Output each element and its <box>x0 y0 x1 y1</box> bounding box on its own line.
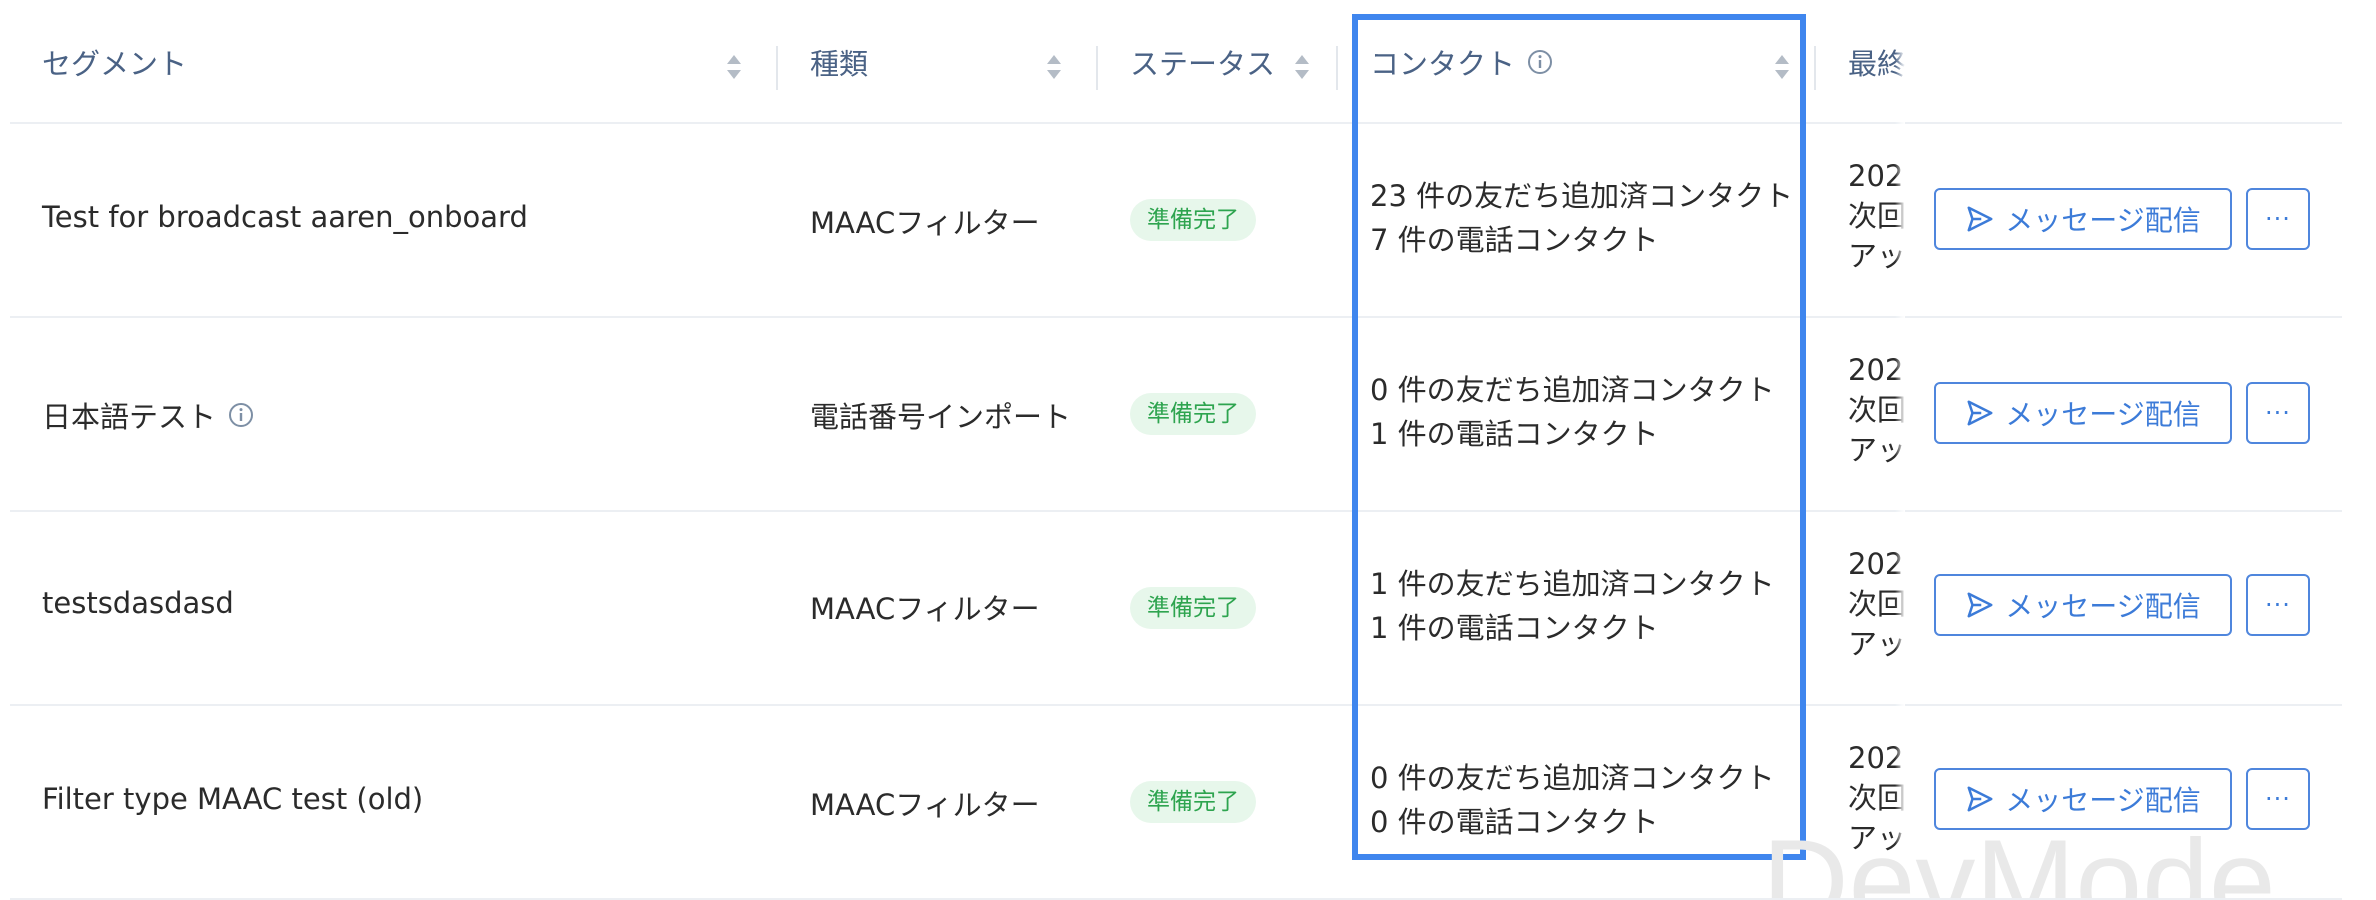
send-icon <box>1967 786 1993 812</box>
column-header-status-label: ステータス <box>1130 47 1276 81</box>
phone-contact-count: 1 件の電話コンタクト <box>1370 417 1659 451</box>
friend-contact-count: 1 件の友だち追加済コンタクト <box>1370 567 1775 601</box>
segment-type: 電話番号インポート <box>810 400 1072 434</box>
column-divider <box>1814 46 1816 90</box>
more-actions-button[interactable]: ··· <box>2246 768 2310 830</box>
sort-icon[interactable] <box>1772 52 1792 82</box>
friend-contact-count: 0 件の友だち追加済コンタクト <box>1370 761 1775 795</box>
column-divider <box>776 46 778 90</box>
send-message-button[interactable]: メッセージ配信 <box>1934 188 2232 250</box>
friend-contact-count: 0 件の友だち追加済コンタクト <box>1370 373 1775 407</box>
phone-contact-count: 1 件の電話コンタクト <box>1370 611 1659 645</box>
segment-table: セグメント 種類 ステータス コンタクト 最終 Test for broadca… <box>10 0 2342 900</box>
segment-name-label: testsdasdasd <box>42 586 234 620</box>
column-divider <box>1336 46 1338 90</box>
send-message-label: メッセージ配信 <box>2005 204 2201 237</box>
info-icon[interactable] <box>228 402 254 428</box>
table-row: testsdasdasd MAACフィルター 準備完了 1 件の友だち追加済コン… <box>10 512 2342 706</box>
contact-summary: 0 件の友だち追加済コンタクト 1 件の電話コンタクト <box>1370 368 1775 456</box>
send-icon <box>1967 206 1993 232</box>
segment-type: MAACフィルター <box>810 592 1040 626</box>
phone-contact-count: 7 件の電話コンタクト <box>1370 223 1659 257</box>
segment-name-label: Filter type MAAC test (old) <box>42 782 424 816</box>
send-message-label: メッセージ配信 <box>2005 398 2201 431</box>
contact-summary: 1 件の友だち追加済コンタクト 1 件の電話コンタクト <box>1370 562 1775 650</box>
send-message-button[interactable]: メッセージ配信 <box>1934 382 2232 444</box>
contact-summary: 23 件の友だち追加済コンタクト 7 件の電話コンタクト <box>1370 174 1793 262</box>
more-actions-button[interactable]: ··· <box>2246 188 2310 250</box>
table-row: 日本語テスト 電話番号インポート 準備完了 0 件の友だち追加済コンタクト 1 … <box>10 318 2342 512</box>
segment-name[interactable]: Test for broadcast aaren_onboard <box>42 200 528 234</box>
column-header-contact[interactable]: コンタクト <box>1370 42 1553 82</box>
column-header-type[interactable]: 種類 <box>810 42 868 82</box>
segment-name[interactable]: 日本語テスト <box>42 394 254 436</box>
send-message-button[interactable]: メッセージ配信 <box>1934 574 2232 636</box>
segment-name[interactable]: Filter type MAAC test (old) <box>42 782 423 816</box>
more-icon: ··· <box>2265 785 2291 813</box>
more-icon: ··· <box>2265 591 2291 619</box>
table-header: セグメント 種類 ステータス コンタクト 最終 <box>10 0 2342 124</box>
more-actions-button[interactable]: ··· <box>2246 574 2310 636</box>
more-icon: ··· <box>2265 205 2291 233</box>
column-header-segment[interactable]: セグメント <box>42 42 187 82</box>
status-badge: 準備完了 <box>1130 199 1256 241</box>
phone-contact-count: 0 件の電話コンタクト <box>1370 805 1659 839</box>
friend-contact-count: 23 件の友だち追加済コンタクト <box>1370 179 1794 213</box>
status-badge: 準備完了 <box>1130 587 1256 629</box>
send-message-label: メッセージ配信 <box>2005 784 2201 817</box>
segment-name-label: Test for broadcast aaren_onboard <box>42 200 528 234</box>
segment-type: MAACフィルター <box>810 788 1040 822</box>
send-message-label: メッセージ配信 <box>2005 590 2201 623</box>
sort-icon[interactable] <box>1292 52 1312 82</box>
segment-type: MAACフィルター <box>810 206 1040 240</box>
segment-name[interactable]: testsdasdasd <box>42 586 234 620</box>
info-icon[interactable] <box>1527 49 1553 75</box>
send-icon <box>1967 592 1993 618</box>
table-row: Test for broadcast aaren_onboard MAACフィル… <box>10 124 2342 318</box>
more-actions-button[interactable]: ··· <box>2246 382 2310 444</box>
status-badge: 準備完了 <box>1130 393 1256 435</box>
column-header-status[interactable]: ステータス <box>1130 42 1275 82</box>
status-badge: 準備完了 <box>1130 781 1256 823</box>
column-header-type-label: 種類 <box>810 47 869 81</box>
scroll-fade <box>1895 0 1905 898</box>
watermark: DevMode <box>1762 822 2276 898</box>
column-header-contact-label: コンタクト <box>1370 47 1516 81</box>
column-divider <box>1096 46 1098 90</box>
column-header-segment-label: セグメント <box>42 47 188 81</box>
more-icon: ··· <box>2265 399 2291 427</box>
send-icon <box>1967 400 1993 426</box>
segment-name-label: 日本語テスト <box>42 400 217 434</box>
contact-summary: 0 件の友だち追加済コンタクト 0 件の電話コンタクト <box>1370 756 1775 844</box>
sort-icon[interactable] <box>1044 52 1064 82</box>
sort-icon[interactable] <box>724 52 744 82</box>
send-message-button[interactable]: メッセージ配信 <box>1934 768 2232 830</box>
